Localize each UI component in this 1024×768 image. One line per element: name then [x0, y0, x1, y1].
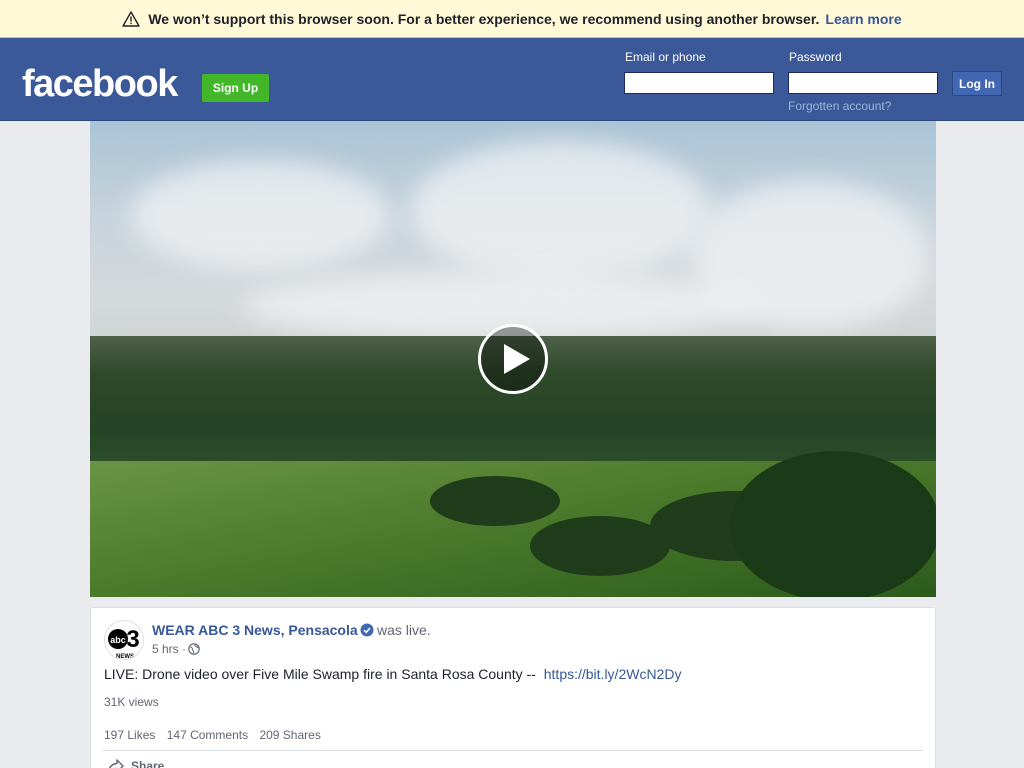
forgotten-account-link[interactable]: Forgotten account? [788, 99, 891, 113]
video-frame-trees [730, 451, 936, 597]
post-card: abc 3 NEWS WEAR ABC 3 News, Pensacola wa… [90, 607, 936, 768]
top-header: facebook Sign Up Email or phone Password… [0, 38, 1024, 121]
post-timestamp[interactable]: 5 hrs · [152, 642, 186, 656]
shares-count[interactable]: 209 Shares [259, 728, 320, 742]
globe-icon [188, 643, 200, 655]
email-field[interactable] [624, 72, 774, 94]
play-button[interactable] [478, 324, 548, 394]
page-name-link[interactable]: WEAR ABC 3 News, Pensacola [152, 622, 358, 638]
post-url-link[interactable]: https://bit.ly/2WcN2Dy [544, 666, 682, 682]
video-player[interactable] [90, 121, 936, 597]
comments-count[interactable]: 147 Comments [167, 728, 248, 742]
password-label: Password [789, 50, 842, 64]
sign-up-button[interactable]: Sign Up [202, 74, 269, 102]
video-frame-smoke [410, 141, 710, 281]
verified-badge-icon [360, 623, 374, 637]
facebook-logo[interactable]: facebook [22, 64, 178, 104]
warning-message: We won’t support this browser soon. For … [148, 10, 820, 27]
view-count: 31K views [104, 695, 159, 709]
divider [103, 750, 923, 751]
video-frame-trees [530, 516, 670, 576]
post-message: LIVE: Drone video over Five Mile Swamp f… [104, 666, 681, 682]
svg-text:abc: abc [110, 635, 126, 645]
page-avatar[interactable]: abc 3 NEWS [104, 620, 144, 660]
learn-more-link[interactable]: Learn more [825, 11, 901, 27]
password-field[interactable] [788, 72, 938, 94]
email-label: Email or phone [625, 50, 706, 64]
share-label: Share [131, 759, 165, 768]
likes-count[interactable]: 197 Likes [104, 728, 155, 742]
engagement-stats: 197 Likes 147 Comments 209 Shares [104, 728, 329, 742]
browser-warning-banner: We won’t support this browser soon. For … [0, 0, 1024, 38]
video-frame-trees [430, 476, 560, 526]
live-status: was live. [377, 622, 431, 638]
svg-text:NEWS: NEWS [116, 654, 134, 660]
abc3-logo-icon: abc 3 NEWS [108, 626, 140, 660]
post-message-text: LIVE: Drone video over Five Mile Swamp f… [104, 666, 536, 682]
share-button[interactable]: Share [107, 758, 164, 768]
log-in-button[interactable]: Log In [952, 71, 1002, 96]
warning-icon [122, 10, 141, 27]
share-icon [109, 759, 124, 768]
play-icon [504, 344, 530, 374]
svg-text:3: 3 [126, 626, 139, 653]
video-frame-smoke [130, 161, 390, 271]
